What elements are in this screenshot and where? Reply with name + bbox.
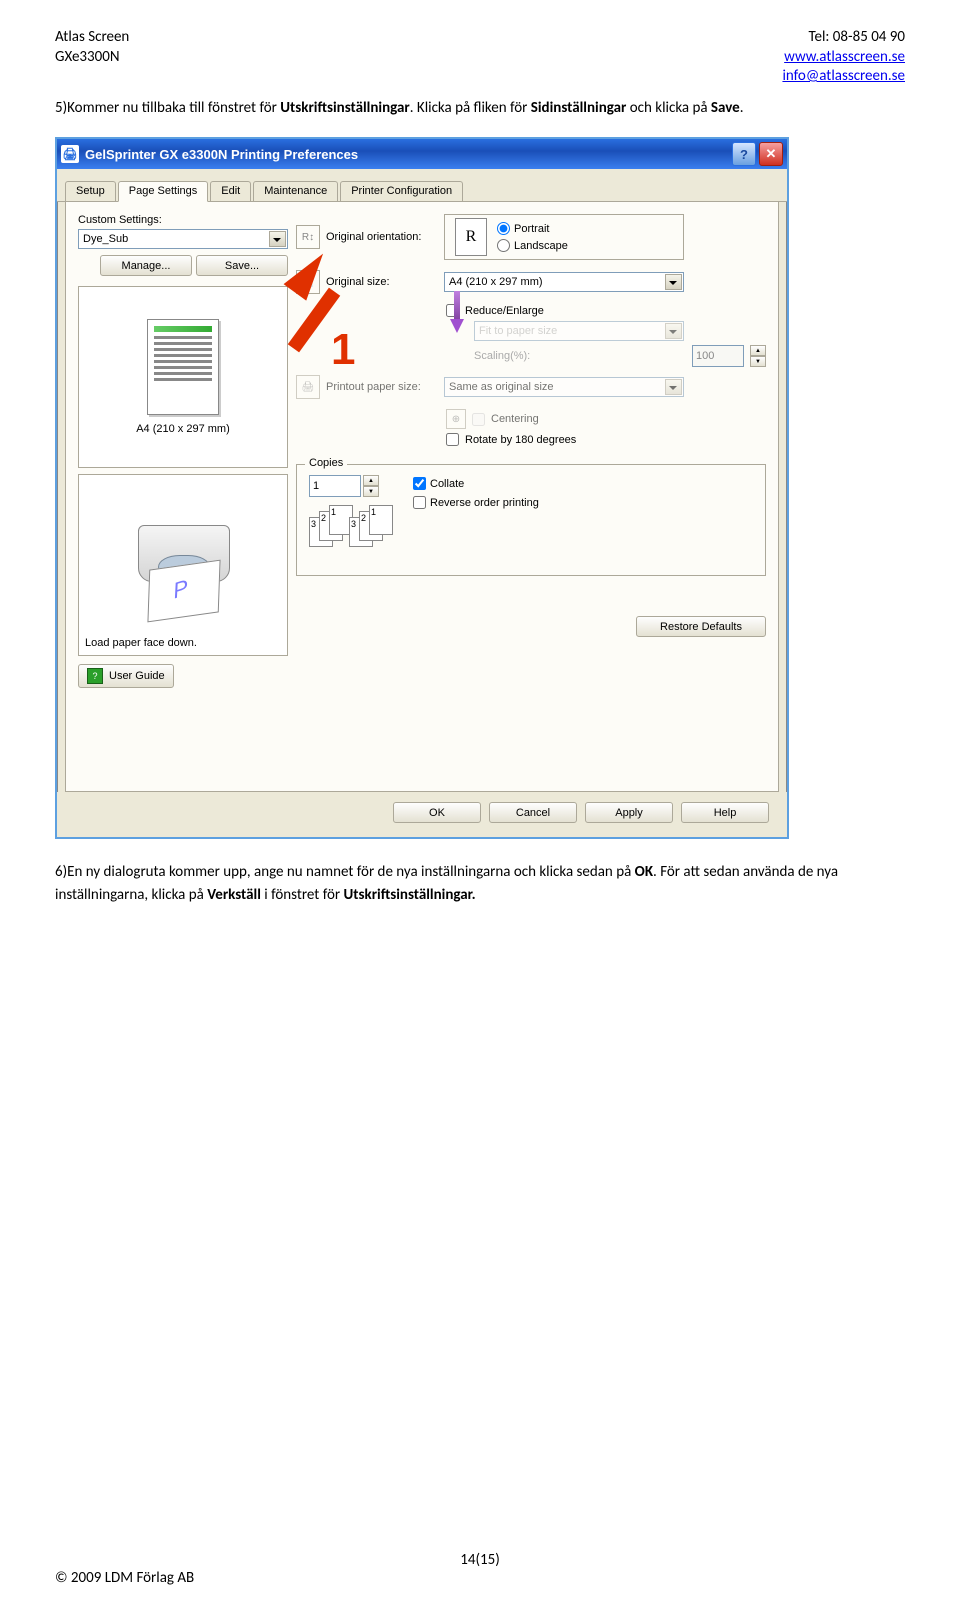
scaling-spinner: ▲▼ [750, 345, 766, 367]
custom-settings-label: Custom Settings: [78, 214, 288, 226]
page-number: 14(15) [55, 1551, 905, 1569]
header-phone: Tel: 08-85 04 90 [782, 28, 905, 48]
user-guide-icon: ? [87, 668, 103, 684]
page-preview-thumb [147, 319, 219, 415]
paragraph-6: 6)En ny dialogruta kommer upp, ange nu n… [55, 861, 905, 906]
apply-button[interactable]: Apply [585, 802, 673, 823]
header-url[interactable]: www.atlasscreen.se [784, 48, 905, 66]
preview-paper-label: A4 (210 x 297 mm) [136, 423, 230, 435]
header-left-1: Atlas Screen [55, 28, 129, 48]
paragraph-5: 5)Kommer nu tillbaka till fönstret för U… [55, 97, 905, 120]
original-size-label: Original size: [326, 276, 390, 288]
help-icon[interactable]: ? [732, 142, 756, 166]
original-size-select[interactable]: A4 (210 x 297 mm) [444, 272, 684, 292]
printout-size-select: Same as original size [444, 377, 684, 397]
scaling-input [692, 345, 744, 367]
centering-checkbox: ⊕ Centering [446, 409, 766, 429]
rotate-checkbox[interactable]: Rotate by 180 degrees [446, 433, 766, 446]
cancel-button[interactable]: Cancel [489, 802, 577, 823]
ok-button[interactable]: OK [393, 802, 481, 823]
tab-maintenance[interactable]: Maintenance [253, 181, 338, 201]
scaling-arrowhead-icon [450, 319, 464, 333]
landscape-radio[interactable]: Landscape [497, 239, 568, 252]
copies-input[interactable] [309, 475, 361, 497]
window-title: GelSprinter GX e3300N Printing Preferenc… [85, 147, 358, 162]
load-paper-label: Load paper face down. [85, 637, 197, 649]
header-email[interactable]: info@atlasscreen.se [782, 67, 905, 85]
tab-setup[interactable]: Setup [65, 181, 116, 201]
scaling-arrow-icon [454, 291, 460, 321]
tab-page-settings[interactable]: Page Settings [118, 181, 209, 202]
help-button[interactable]: Help [681, 802, 769, 823]
tabs: Setup Page Settings Edit Maintenance Pri… [57, 169, 787, 202]
copies-group: Copies ▲▼ 321 321 [296, 464, 766, 576]
fit-to-paper-select: Fit to paper size [474, 321, 684, 341]
user-guide-button[interactable]: ? User Guide [78, 664, 174, 688]
printout-size-icon: 🖨 [296, 375, 320, 399]
save-button[interactable]: Save... [196, 255, 288, 276]
restore-defaults-button[interactable]: Restore Defaults [636, 616, 766, 637]
doc-header: Atlas Screen GXe3300N Tel: 08-85 04 90 w… [55, 28, 905, 87]
scaling-label: Scaling(%): [474, 350, 530, 362]
titlebar: 🖨 GelSprinter GX e3300N Printing Prefere… [57, 139, 787, 169]
app-icon: 🖨 [61, 145, 79, 163]
close-icon[interactable]: ✕ [759, 142, 783, 166]
reduce-enlarge-checkbox[interactable]: Reduce/Enlarge [446, 304, 766, 317]
collate-icon: 321 321 [309, 503, 395, 561]
portrait-radio[interactable]: Portrait [497, 222, 568, 235]
manage-button[interactable]: Manage... [100, 255, 192, 276]
printing-preferences-dialog: 🖨 GelSprinter GX e3300N Printing Prefere… [55, 137, 789, 839]
copies-legend: Copies [305, 457, 347, 469]
printer-icon [118, 515, 248, 615]
printer-preview: Load paper face down. [78, 474, 288, 656]
orientation-icon: R↕ [296, 225, 320, 249]
copies-spinner[interactable]: ▲▼ [363, 475, 379, 497]
dialog-buttons: OK Cancel Apply Help [57, 792, 787, 837]
tab-edit[interactable]: Edit [210, 181, 251, 201]
centering-icon: ⊕ [446, 409, 466, 429]
reverse-order-checkbox[interactable]: Reverse order printing [413, 496, 539, 509]
orientation-thumb: R [455, 218, 487, 256]
orientation-group: R Portrait Landscape [444, 214, 684, 260]
header-left-2: GXe3300N [55, 48, 129, 68]
copyright: © 2009 LDM Förlag AB [55, 1569, 905, 1587]
custom-settings-select[interactable]: Dye_Sub [78, 229, 288, 249]
annotation-number-1: 1 [331, 325, 355, 375]
tab-printer-configuration[interactable]: Printer Configuration [340, 181, 463, 201]
page-preview: A4 (210 x 297 mm) [78, 286, 288, 468]
orientation-label: Original orientation: [326, 231, 421, 243]
collate-checkbox[interactable]: Collate [413, 477, 539, 490]
printout-size-label: Printout paper size: [326, 381, 421, 393]
